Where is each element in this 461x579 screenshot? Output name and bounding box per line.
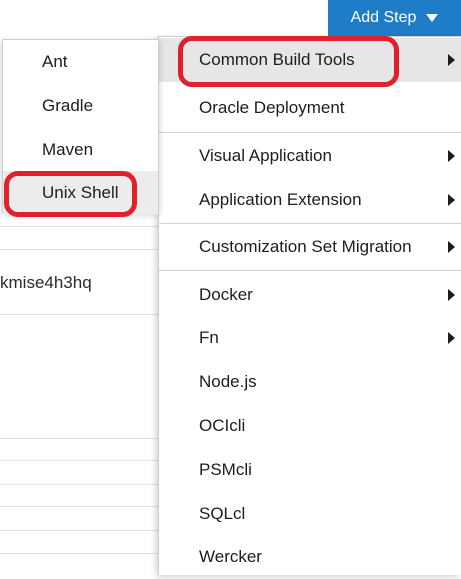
- submenu-item-label: Maven: [42, 140, 94, 159]
- menu-item-nodejs[interactable]: Node.js: [159, 360, 461, 404]
- menu-item-psmcli[interactable]: PSMcli: [159, 448, 461, 492]
- row-divider: [0, 553, 160, 554]
- submenu-item-maven[interactable]: Maven: [3, 128, 158, 172]
- add-step-menu: Common Build Tools Oracle Deployment Vis…: [158, 36, 461, 575]
- caret-down-icon: [426, 14, 439, 22]
- row-divider: [0, 530, 160, 531]
- menu-item-label: OCIcli: [199, 416, 246, 435]
- menu-item-visual-application[interactable]: Visual Application: [159, 134, 461, 178]
- menu-item-fn[interactable]: Fn: [159, 316, 461, 360]
- menu-item-application-extension[interactable]: Application Extension: [159, 178, 461, 222]
- submenu-item-label: Unix Shell: [42, 183, 119, 202]
- menu-divider: [159, 223, 461, 224]
- menu-item-label: PSMcli: [199, 460, 252, 479]
- menu-item-sqlcl[interactable]: SQLcl: [159, 492, 461, 536]
- chevron-right-icon: [448, 150, 455, 162]
- submenu-item-ant[interactable]: Ant: [3, 40, 158, 84]
- row-divider: [0, 506, 160, 507]
- chevron-right-icon: [448, 194, 455, 206]
- row-divider: [0, 249, 160, 250]
- chevron-right-icon: [448, 289, 455, 301]
- chevron-right-icon: [448, 54, 455, 66]
- menu-divider: [159, 270, 461, 271]
- row-divider: [0, 226, 160, 227]
- menu-item-label: Customization Set Migration: [199, 237, 412, 256]
- submenu-item-gradle[interactable]: Gradle: [3, 84, 158, 128]
- menu-item-docker[interactable]: Docker: [159, 273, 461, 317]
- row-divider: [0, 314, 160, 315]
- menu-item-label: Fn: [199, 328, 219, 347]
- menu-item-label: Common Build Tools: [199, 50, 355, 69]
- submenu-item-unix-shell[interactable]: Unix Shell: [3, 171, 158, 215]
- row-divider: [0, 438, 160, 439]
- chevron-right-icon: [448, 332, 455, 344]
- partial-id-text: kmise4h3hq: [0, 273, 92, 292]
- menu-item-ocicli[interactable]: OCIcli: [159, 404, 461, 448]
- submenu-item-label: Gradle: [42, 96, 94, 115]
- common-build-tools-submenu: Ant Gradle Maven Unix Shell: [2, 39, 159, 215]
- menu-item-label: Docker: [199, 285, 253, 304]
- menu-item-common-build-tools[interactable]: Common Build Tools: [159, 38, 461, 82]
- menu-divider: [159, 132, 461, 133]
- submenu-item-label: Ant: [42, 52, 68, 71]
- menu-item-customization-set-migration[interactable]: Customization Set Migration: [159, 225, 461, 269]
- add-step-label: Add Step: [350, 9, 417, 26]
- row-divider: [0, 484, 160, 485]
- menu-item-oracle-deployment[interactable]: Oracle Deployment: [159, 86, 461, 130]
- menu-item-label: Oracle Deployment: [199, 98, 345, 117]
- menu-item-label: Wercker: [199, 547, 262, 566]
- menu-item-label: SQLcl: [199, 504, 246, 523]
- menu-item-label: Node.js: [199, 372, 257, 391]
- menu-item-label: Application Extension: [199, 190, 362, 209]
- row-divider: [0, 460, 160, 461]
- add-step-button[interactable]: Add Step: [328, 0, 461, 36]
- menu-item-label: Visual Application: [199, 146, 332, 165]
- chevron-right-icon: [448, 241, 455, 253]
- menu-item-wercker[interactable]: Wercker: [159, 535, 461, 579]
